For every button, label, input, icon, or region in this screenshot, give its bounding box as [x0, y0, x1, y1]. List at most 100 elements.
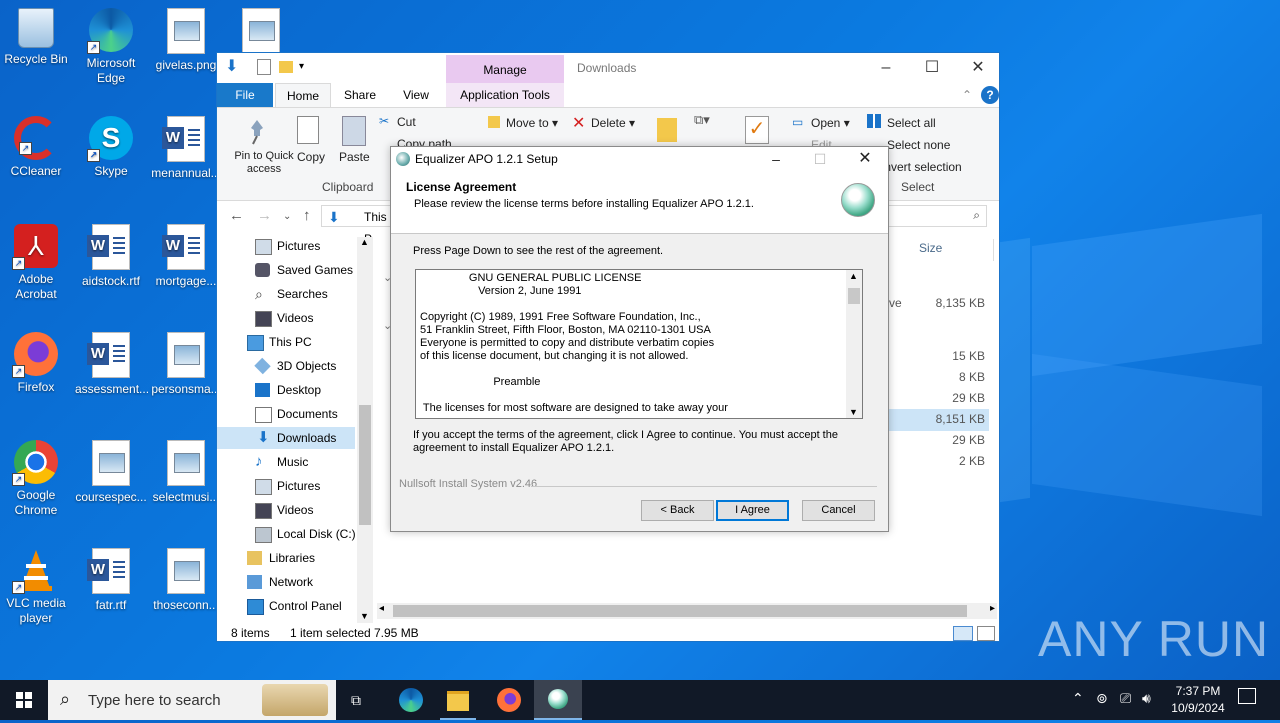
scroll-right-icon[interactable]: ▸	[990, 603, 995, 614]
license-text-box[interactable]: GNU GENERAL PUBLIC LICENSE Version 2, Ju…	[415, 269, 863, 419]
desktop-icon-chrome[interactable]: ↗ Google Chrome	[0, 440, 72, 518]
desktop-icon-vlc[interactable]: ↗ VLC media player	[0, 548, 72, 626]
tab-share[interactable]: Share	[337, 83, 383, 107]
desktop-icon-recycle-bin[interactable]: Recycle Bin	[0, 8, 72, 67]
network-icon[interactable]: ⎚	[1120, 690, 1131, 707]
help-icon[interactable]: ?	[981, 86, 999, 104]
dialog-heading: License Agreement	[406, 180, 517, 194]
desktop-icon-mortgage[interactable]: W mortgage...	[150, 224, 222, 289]
details-view-icon[interactable]	[953, 626, 973, 641]
customize-qat-icon[interactable]: ▾	[299, 59, 315, 75]
new-folder-icon[interactable]	[279, 61, 293, 73]
desktop-icon-selectmusi[interactable]: selectmusi...	[150, 440, 222, 505]
nav-scrollbar[interactable]: ▲ ▼	[357, 237, 373, 623]
desktop-icon-label: Adobe Acrobat	[15, 272, 57, 301]
manage-tab[interactable]: Manage	[446, 55, 564, 83]
open-button[interactable]: Open ▾	[811, 116, 850, 130]
properties-big-icon[interactable]: ✓	[745, 116, 769, 144]
dialog-minimize-button[interactable]: –	[753, 147, 799, 171]
horizontal-scroll-thumb[interactable]	[393, 605, 967, 617]
desktop-icon-coursespec[interactable]: coursespec...	[75, 440, 147, 505]
installer-icon	[548, 689, 568, 709]
select-all-icon	[867, 114, 881, 128]
notifications-icon[interactable]	[1238, 688, 1256, 704]
desktop-icon-thoseconn[interactable]: thoseconn...	[150, 548, 222, 613]
forward-arrow-icon[interactable]: →	[257, 207, 272, 224]
tab-home[interactable]: Home	[275, 83, 331, 108]
desktop-icon-firefox[interactable]: ↗ Firefox	[0, 332, 72, 395]
taskbar-firefox[interactable]	[484, 680, 532, 720]
address-input[interactable]: ⬇ This P	[321, 205, 393, 246]
license-scrollbar[interactable]: ▲ ▼	[846, 270, 862, 418]
desktop-icon-fatr[interactable]: W fatr.rtf	[75, 548, 147, 613]
dialog-close-button[interactable]: ✕	[842, 147, 888, 171]
nav-item-label: Libraries	[269, 551, 316, 565]
column-header-size[interactable]: Size	[919, 241, 942, 255]
word-document-icon: W	[87, 332, 130, 378]
i-agree-button[interactable]: I Agree	[716, 500, 789, 521]
paste-button[interactable]: Paste	[339, 150, 370, 164]
content-horizontal-scrollbar[interactable]: ◂ ▸	[377, 603, 997, 619]
start-button[interactable]	[0, 680, 48, 720]
desktop-icon-adobe-acrobat[interactable]: ⅄ ↗ Adobe Acrobat	[0, 224, 72, 302]
move-to-button[interactable]: Move to ▾	[506, 116, 558, 130]
select-none-button[interactable]: Select none	[887, 138, 950, 152]
status-bar: 8 items 1 item selected 7.95 MB	[217, 623, 999, 643]
select-all-button[interactable]: Select all	[887, 116, 936, 130]
invert-selection-button[interactable]: Invert selection	[881, 160, 962, 174]
close-button[interactable]: ✕	[955, 57, 1001, 79]
scroll-up-icon[interactable]: ▲	[360, 237, 369, 247]
desktop-icon-skype[interactable]: S ↗ Skype	[75, 116, 147, 179]
device-icon[interactable]: ⊚	[1096, 690, 1108, 707]
delete-button[interactable]: Delete ▾	[591, 116, 635, 130]
desktop-icon-personsma[interactable]: personsma...	[150, 332, 222, 397]
tab-application-tools[interactable]: Application Tools	[446, 83, 564, 107]
recent-locations-icon[interactable]: ⌄	[283, 211, 291, 222]
desktop-icon-partial[interactable]	[226, 8, 296, 58]
scroll-left-icon[interactable]: ◂	[379, 603, 384, 614]
scroll-down-icon[interactable]: ▼	[849, 407, 858, 417]
taskbar-search-box[interactable]: ⌕ Type here to search	[48, 680, 336, 720]
new-folder-big-icon[interactable]	[657, 118, 677, 142]
taskbar-edge[interactable]	[386, 680, 434, 720]
new-item-icon[interactable]: ⧉▾	[694, 112, 710, 128]
show-hidden-icons[interactable]: ⌃	[1072, 690, 1084, 707]
taskbar-file-explorer[interactable]	[434, 680, 482, 720]
properties-icon[interactable]	[257, 59, 271, 75]
volume-icon[interactable]: 🔊︎	[1142, 690, 1151, 707]
tab-file[interactable]: File	[217, 83, 273, 107]
collapse-ribbon-icon[interactable]: ⌃	[959, 83, 975, 107]
scroll-down-icon[interactable]: ▼	[360, 611, 369, 621]
back-arrow-icon[interactable]: ←	[229, 207, 244, 224]
cut-button[interactable]: Cut	[397, 115, 416, 129]
searches-icon: ⌕	[255, 286, 263, 302]
image-file-icon	[167, 440, 205, 486]
clock[interactable]: 7:37 PM 10/9/2024	[1160, 683, 1236, 717]
desktop-icon-ccleaner[interactable]: ↗ CCleaner	[0, 116, 72, 179]
back-button[interactable]: < Back	[641, 500, 714, 521]
license-scroll-thumb[interactable]	[848, 288, 860, 304]
nav-scroll-thumb[interactable]	[359, 405, 371, 525]
nav-item-label: Local Disk (C:)	[277, 527, 356, 541]
minimize-button[interactable]: –	[863, 57, 909, 79]
nav-item-downloads[interactable]: ⬇ Downloads	[217, 427, 355, 449]
copy-button[interactable]: Copy	[297, 150, 325, 164]
cancel-button[interactable]: Cancel	[802, 500, 875, 521]
desktop-icon-assessment[interactable]: W assessment...	[75, 332, 149, 397]
nav-item-label: Control Panel	[269, 599, 342, 613]
pictures-icon	[255, 479, 272, 495]
up-arrow-icon[interactable]: ↑	[303, 207, 311, 224]
desktop-icon-givelas[interactable]: givelas.png	[150, 8, 222, 73]
desktop-icon-aidstock[interactable]: W aidstock.rtf	[75, 224, 147, 289]
desktop-icon-label: aidstock.rtf	[81, 274, 141, 288]
desktop-icon-label: mortgage...	[155, 274, 217, 288]
scroll-up-icon[interactable]: ▲	[849, 271, 858, 281]
desktop-icon-edge[interactable]: ↗ Microsoft Edge	[75, 8, 147, 86]
pin-to-quick-access-button[interactable]: Pin to Quick access	[225, 150, 303, 176]
maximize-button[interactable]: ☐	[909, 57, 955, 79]
desktop-icon-menannual[interactable]: W menannual...	[150, 116, 222, 181]
large-icons-view-icon[interactable]	[977, 626, 995, 641]
task-view-button[interactable]: ⧉	[336, 680, 384, 720]
tab-view[interactable]: View	[393, 83, 439, 107]
taskbar-installer[interactable]	[534, 680, 582, 720]
